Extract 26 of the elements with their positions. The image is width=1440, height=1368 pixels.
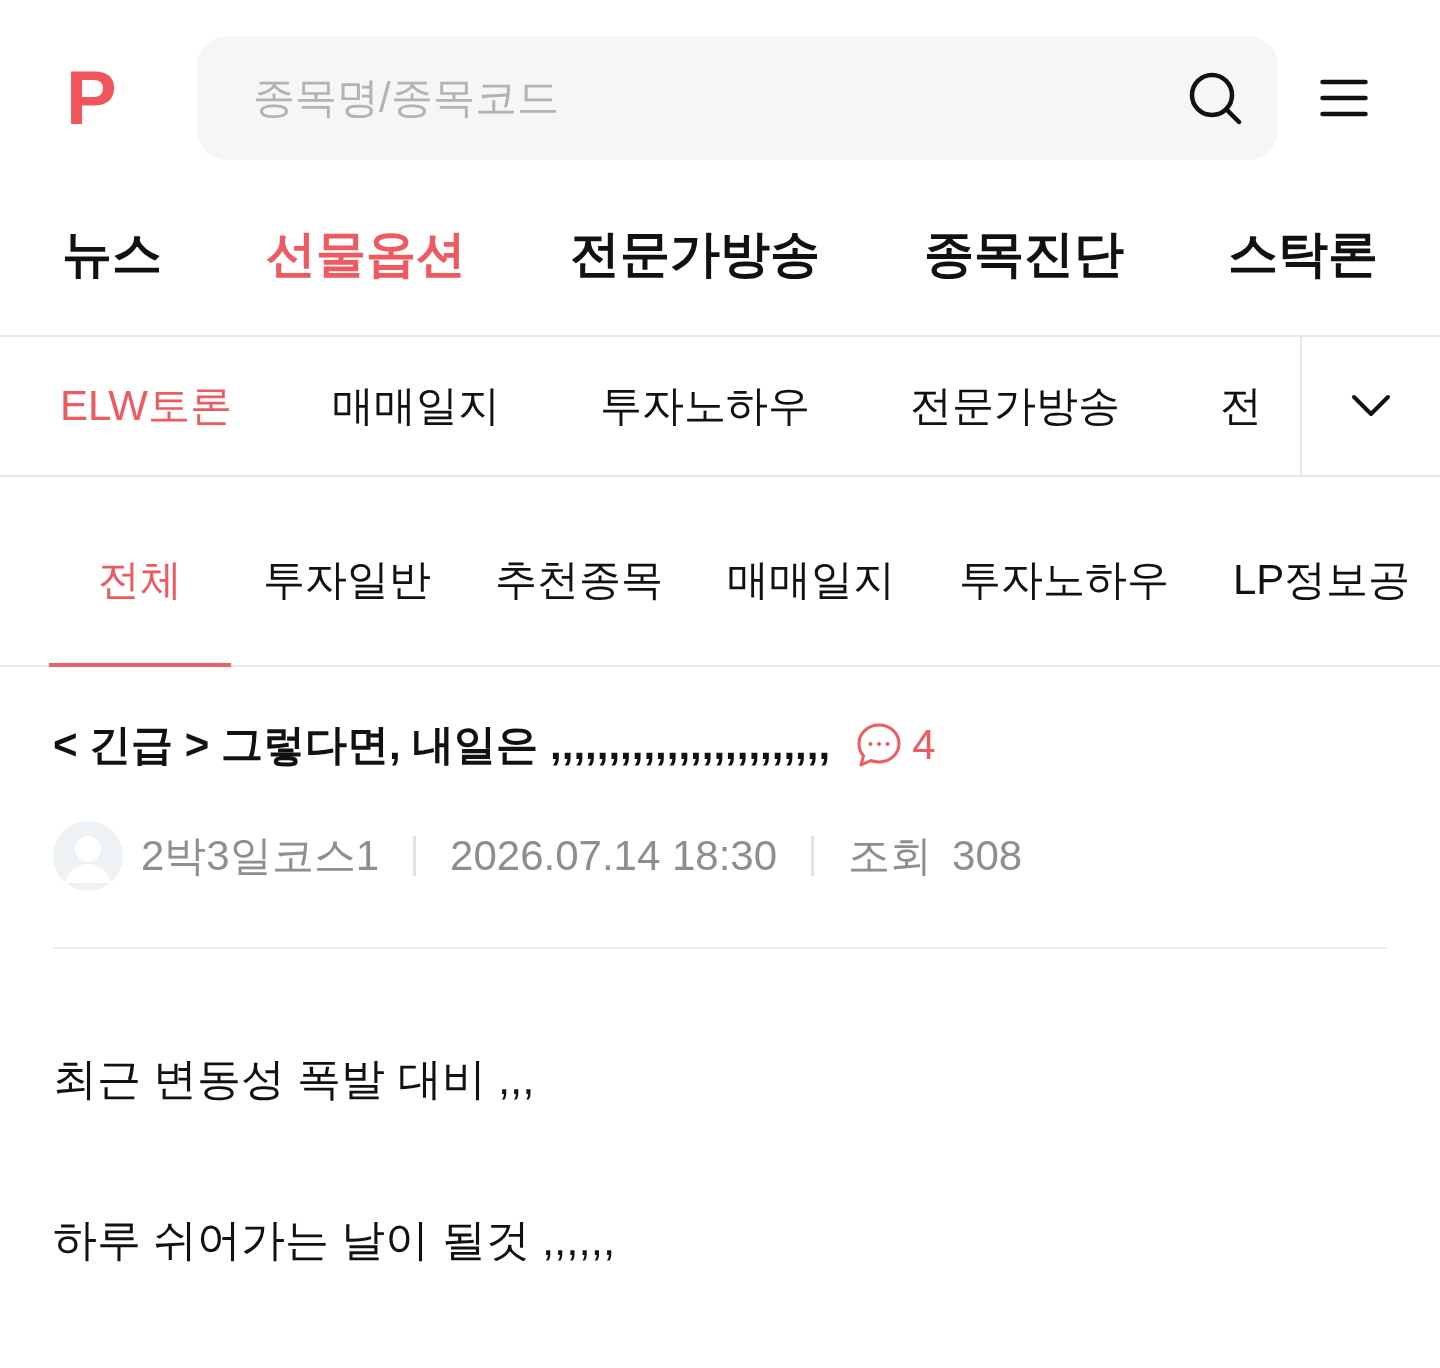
main-nav-tab[interactable]: 스탁론 bbox=[1228, 223, 1378, 286]
sub-nav-tab[interactable]: 전 bbox=[1219, 379, 1262, 433]
search-field[interactable]: 종목명/종목코드 bbox=[197, 36, 1278, 160]
main-nav-tab[interactable]: 종목진단 bbox=[924, 223, 1124, 286]
views-label: 조회 bbox=[848, 830, 933, 881]
menu-icon[interactable] bbox=[1320, 79, 1368, 117]
main-nav-tab[interactable]: 뉴스 bbox=[62, 223, 162, 286]
comment-count: 4 bbox=[912, 719, 936, 770]
category-tab[interactable]: 추천종목 bbox=[463, 477, 695, 667]
post-paragraph: 최근 변동성 폭발 대비 ,,, bbox=[53, 1053, 535, 1105]
post-title: < 긴급 > 그렇다면, 내일은 ,,,,,,,,,,,,,,,,,,,,,,,, bbox=[53, 719, 831, 770]
search-icon[interactable] bbox=[1188, 71, 1242, 125]
post-paragraph: 하루 쉬어가는 날이 될것 ,,,,,, bbox=[53, 1214, 616, 1266]
sub-nav-tab[interactable]: 전문가방송 bbox=[909, 379, 1120, 433]
category-tab[interactable]: LP정보공 bbox=[1201, 477, 1415, 667]
category-tab[interactable]: 투자일반 bbox=[231, 477, 463, 667]
sub-nav-tab[interactable]: 투자노하우 bbox=[599, 379, 810, 433]
views-count: 308 bbox=[952, 830, 1023, 881]
main-nav-tab[interactable]: 전문가방송 bbox=[570, 223, 820, 286]
comment-icon bbox=[856, 722, 903, 768]
chevron-down-icon bbox=[1351, 394, 1391, 418]
sub-nav-tab[interactable]: 매매일지 bbox=[331, 379, 500, 433]
author-name: 2박3일코스1 bbox=[141, 830, 380, 881]
category-tab[interactable]: 매매일지 bbox=[695, 477, 927, 667]
category-tab[interactable]: 투자노하우 bbox=[927, 477, 1201, 667]
post-date: 2026.07.14 18:30 bbox=[450, 830, 778, 881]
